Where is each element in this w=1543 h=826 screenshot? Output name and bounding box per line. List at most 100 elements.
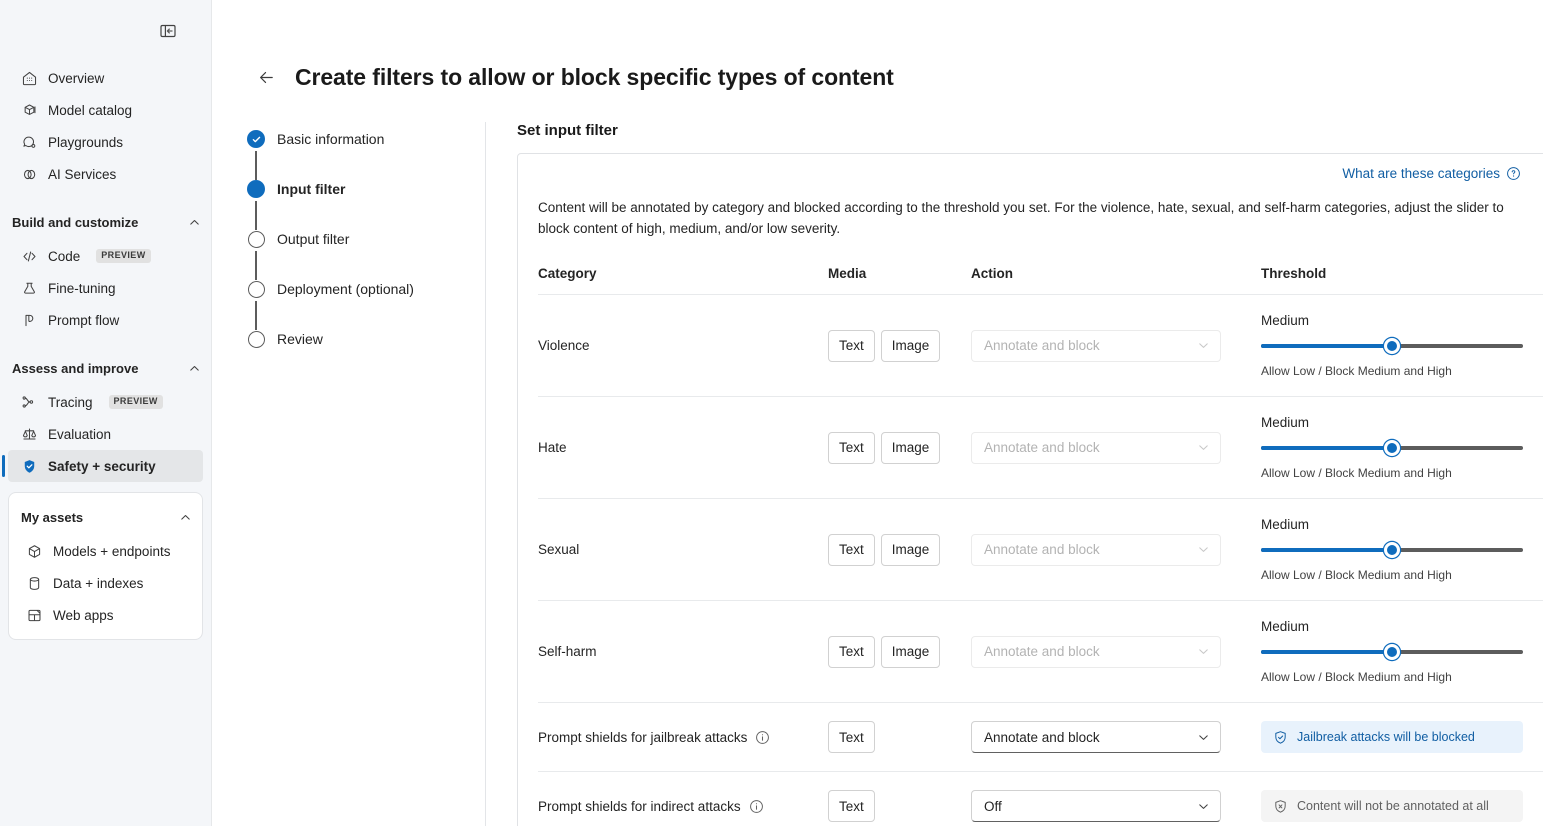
action-value: Annotate and block <box>984 338 1100 353</box>
sidebar-item-model-catalog[interactable]: Model catalog <box>8 94 203 126</box>
column-header-action: Action <box>971 255 1261 295</box>
threshold-slider[interactable] <box>1261 542 1523 558</box>
threshold-description: Allow Low / Block Medium and High <box>1261 670 1523 684</box>
sidebar-item-fine-tuning[interactable]: Fine-tuning <box>8 272 203 304</box>
cell-category: Sexual <box>538 499 828 601</box>
media-image-button[interactable]: Image <box>881 330 941 362</box>
sidebar-item-models-endpoints[interactable]: Models + endpoints <box>15 535 196 567</box>
sidebar-item-ai-services[interactable]: AI Services <box>8 158 203 190</box>
step-output-filter[interactable]: Output filter <box>247 229 485 279</box>
page-header: Create filters to allow or block specifi… <box>212 0 1543 92</box>
threshold-slider[interactable] <box>1261 338 1523 354</box>
info-icon[interactable] <box>749 799 764 814</box>
sidebar-item-prompt-flow[interactable]: Prompt flow <box>8 304 203 336</box>
media-image-button[interactable]: Image <box>881 534 941 566</box>
cell-threshold: Medium Allow Low / Block Medium and High <box>1261 397 1543 499</box>
step-connector <box>255 251 257 280</box>
home-icon <box>20 69 38 87</box>
status-badge: Content will not be annotated at all <box>1261 790 1523 822</box>
cell-category: Prompt shields for indirect attacks <box>538 772 828 826</box>
step-basic-information[interactable]: Basic information <box>247 129 485 179</box>
action-dropdown[interactable]: Off <box>971 790 1221 822</box>
step-label: Deployment (optional) <box>277 279 414 299</box>
sidebar-item-playgrounds[interactable]: Playgrounds <box>8 126 203 158</box>
action-value: Annotate and block <box>984 542 1100 557</box>
media-image-button[interactable]: Image <box>881 432 941 464</box>
sidebar-group-build-and-customize[interactable]: Build and customize <box>0 206 211 238</box>
media-text-button[interactable]: Text <box>828 432 875 464</box>
media-text-button[interactable]: Text <box>828 330 875 362</box>
cell-category: Violence <box>538 295 828 397</box>
cell-action: Annotate and block <box>971 499 1261 601</box>
content-filters-table: Category Media Action Threshold <box>538 255 1543 826</box>
action-value: Annotate and block <box>984 644 1100 659</box>
code-icon <box>20 247 38 265</box>
cell-media: Text Image <box>828 295 971 397</box>
media-text-button[interactable]: Text <box>828 721 875 753</box>
cell-category: Prompt shields for jailbreak attacks <box>538 703 828 772</box>
reset-defaults-button[interactable] <box>1539 255 1543 281</box>
what-are-these-categories-link[interactable]: What are these categories <box>1342 166 1521 181</box>
info-icon[interactable] <box>755 730 770 745</box>
slider-thumb[interactable] <box>1384 644 1400 660</box>
action-value: Off <box>984 799 1002 814</box>
sidebar-build-list: Code PREVIEW Fine-tuning <box>0 240 211 336</box>
sidebar-group-assess-and-improve[interactable]: Assess and improve <box>0 352 211 384</box>
collapse-navigation-button[interactable] <box>153 16 183 46</box>
threshold-slider[interactable] <box>1261 440 1523 456</box>
sidebar-item-label: Overview <box>48 71 104 86</box>
sidebar-item-label: Code <box>48 249 80 264</box>
slider-thumb[interactable] <box>1384 338 1400 354</box>
step-input-filter[interactable]: Input filter <box>247 179 485 229</box>
column-header-media: Media <box>828 255 971 295</box>
threshold-description: Allow Low / Block Medium and High <box>1261 568 1523 582</box>
chevron-up-icon <box>188 216 201 229</box>
sidebar-item-code[interactable]: Code PREVIEW <box>8 240 203 272</box>
database-icon <box>25 574 43 592</box>
action-dropdown[interactable]: Annotate and block <box>971 636 1221 668</box>
sidebar-item-web-apps[interactable]: Web apps <box>15 599 196 631</box>
shield-check-icon <box>20 457 38 475</box>
sidebar-item-tracing[interactable]: Tracing PREVIEW <box>8 386 203 418</box>
sidebar-item-data-indexes[interactable]: Data + indexes <box>15 567 196 599</box>
threshold-slider[interactable] <box>1261 644 1523 660</box>
threshold-value: Medium <box>1261 415 1523 430</box>
sidebar-item-evaluation[interactable]: Evaluation <box>8 418 203 450</box>
action-dropdown[interactable]: Annotate and block <box>971 432 1221 464</box>
sidebar-item-label: Playgrounds <box>48 135 123 150</box>
column-header-reset <box>1539 255 1543 295</box>
media-text-button[interactable]: Text <box>828 790 875 822</box>
preview-badge: PREVIEW <box>96 249 150 263</box>
action-dropdown[interactable]: Annotate and block <box>971 721 1221 753</box>
sidebar-item-overview[interactable]: Overview <box>8 62 203 94</box>
action-dropdown[interactable]: Annotate and block <box>971 534 1221 566</box>
cell-threshold: Medium Allow Low / Block Medium and High <box>1261 295 1543 397</box>
preview-badge: PREVIEW <box>109 395 163 409</box>
slider-thumb[interactable] <box>1384 542 1400 558</box>
slider-thumb[interactable] <box>1384 440 1400 456</box>
step-indicator-done <box>247 130 265 148</box>
cell-media: Text <box>828 772 971 826</box>
body-columns: Basic information Input filter Output fi… <box>212 122 1543 826</box>
sidebar-item-safety-security[interactable]: Safety + security <box>8 450 203 482</box>
media-text-button[interactable]: Text <box>828 534 875 566</box>
media-image-button[interactable]: Image <box>881 636 941 668</box>
sidebar-group-title: Build and customize <box>12 215 138 230</box>
sidebar-item-label: Model catalog <box>48 103 132 118</box>
media-text-button[interactable]: Text <box>828 636 875 668</box>
step-connector <box>255 151 257 180</box>
category-label: Violence <box>538 338 590 353</box>
wizard-stepper: Basic information Input filter Output fi… <box>233 122 486 826</box>
sidebar-item-label: Prompt flow <box>48 313 119 328</box>
action-dropdown[interactable]: Annotate and block <box>971 330 1221 362</box>
back-button[interactable] <box>251 62 281 92</box>
step-review[interactable]: Review <box>247 329 485 379</box>
cell-threshold: Jailbreak attacks will be blocked <box>1261 703 1543 772</box>
cell-media: Text <box>828 703 971 772</box>
cell-media: Text Image <box>828 601 971 703</box>
category-label: Prompt shields for indirect attacks <box>538 799 741 814</box>
shield-off-icon <box>1273 799 1288 814</box>
step-deployment[interactable]: Deployment (optional) <box>247 279 485 329</box>
sidebar-group-my-assets[interactable]: My assets <box>9 501 202 533</box>
cell-action: Annotate and block <box>971 601 1261 703</box>
